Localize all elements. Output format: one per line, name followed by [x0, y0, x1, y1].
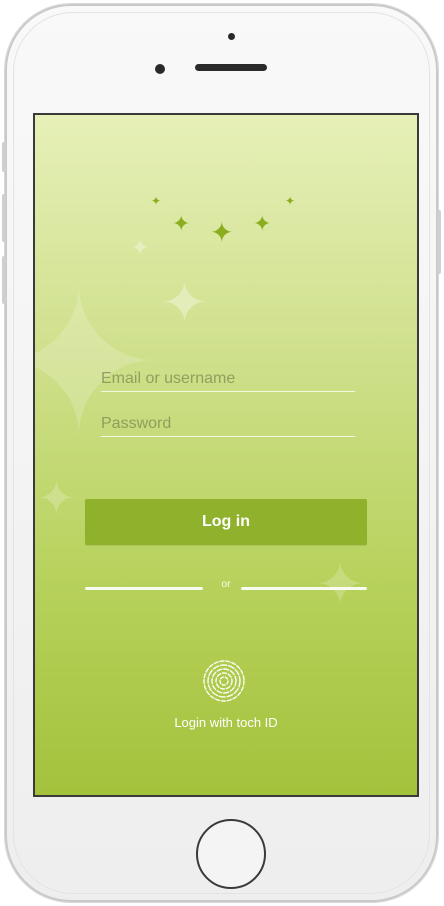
sparkle-icon: ✦ — [253, 211, 272, 236]
earpiece-speaker — [195, 64, 267, 71]
fingerprint-icon[interactable] — [202, 659, 246, 703]
home-button[interactable] — [196, 819, 266, 889]
email-field[interactable]: Email or username — [101, 367, 355, 392]
touch-id-label[interactable]: Login with toch ID — [35, 715, 417, 730]
volume-up-button — [2, 194, 6, 242]
sparkle-icon: ✦ — [285, 194, 296, 208]
background-sparkle-icon: ✦ — [315, 551, 366, 618]
volume-down-button — [2, 256, 6, 304]
separator-line-left — [85, 587, 203, 590]
proximity-sensor — [228, 33, 235, 40]
login-button[interactable]: Log in — [85, 499, 367, 545]
separator-label: or — [221, 579, 231, 590]
power-button — [437, 210, 441, 274]
password-placeholder: Password — [101, 415, 172, 432]
separator-line-right — [241, 587, 367, 590]
sparkle-icon: ✦ — [172, 211, 191, 236]
sparkle-icon: ✦ — [210, 217, 234, 248]
background-sparkle-icon: ✦ — [37, 472, 76, 524]
logo-sparkles-icon: ✦ ✦ ✦ ✦ ✦ — [35, 115, 417, 315]
email-placeholder: Email or username — [101, 370, 236, 387]
front-camera — [155, 64, 165, 74]
password-field[interactable]: Password — [101, 412, 355, 437]
sparkle-icon: ✦ — [151, 194, 162, 208]
app-screen: ✦ ✦ ✦ ✦ ✦ ✦ ✦ ✦ ✦ ✦ Email or username Pa… — [33, 113, 419, 797]
side-button — [2, 142, 6, 172]
